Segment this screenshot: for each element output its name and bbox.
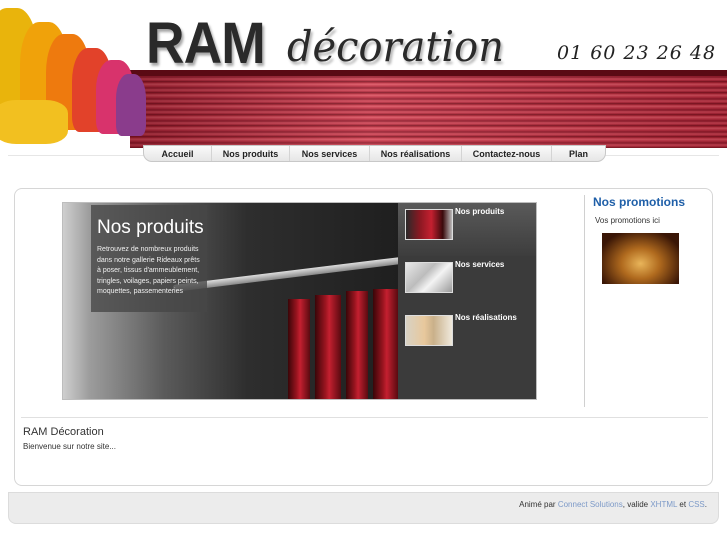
cushions-image [0,0,150,148]
footer-link-css[interactable]: CSS [688,500,704,509]
thumb-label: Nos services [455,260,505,269]
phone-number: 01 60 23 26 48 [557,42,717,64]
nav-item-nos-services[interactable]: Nos services [290,146,370,161]
slide-caption-text: Retrouvez de nombreux produits dans notr… [97,246,200,295]
header-banner: RAM décoration 01 60 23 26 48 [0,0,727,148]
nav-item-contactez-nous[interactable]: Contactez-nous [462,146,552,161]
footer-and: et [679,500,687,509]
footer-link-connect-solutions[interactable]: Connect Solutions [558,500,623,509]
nav-item-plan[interactable]: Plan [552,146,605,161]
promotions-text: Vos promotions ici [595,216,660,225]
brand-logo-script: décoration [287,22,504,71]
cushion-front [0,100,68,144]
curtain-drape [346,291,368,399]
footer-link-xhtml[interactable]: XHTML [650,500,677,509]
welcome-text: Bienvenue sur notre site... [23,442,116,451]
thumb-label: Nos réalisations [455,313,517,322]
sidebar-divider [584,195,585,407]
curtain-drape [373,289,398,399]
content-divider [21,417,708,418]
nav-item-nos-produits[interactable]: Nos produits [212,146,290,161]
nav-item-accueil[interactable]: Accueil [144,146,212,161]
featured-slideshow[interactable]: Nos produits Retrouvez de nombreux produ… [62,202,537,400]
slide-image-curtains: Nos produits Retrouvez de nombreux produ… [63,203,398,399]
curtain-drape [315,295,341,399]
slideshow-thumbnails: Nos produits Nos services Nos réalisatio… [398,203,536,399]
promotions-title: Nos promotions [593,195,685,209]
footer: Animé par Connect Solutions, valide XHTM… [8,492,719,524]
thumb-label: Nos produits [455,207,505,216]
brand-logo: RAM [146,11,266,76]
thumb-image [405,209,453,240]
thumb-nos-realisations[interactable]: Nos réalisations [398,309,536,362]
footer-prefix: Animé par [519,500,556,509]
footer-middle: , valide [622,500,649,509]
thumb-image [405,315,453,346]
curtain-shading [130,70,727,148]
footer-end: . [704,500,707,509]
main-content-box: Nos produits Retrouvez de nombreux produ… [14,188,713,486]
footer-credits: Animé par Connect Solutions, valide XHTM… [519,500,707,509]
main-nav: Accueil Nos produits Nos services Nos ré… [143,145,606,162]
thumb-nos-produits[interactable]: Nos produits [398,203,536,256]
slide-caption-title: Nos produits [97,217,204,238]
cushion-purple [116,74,146,136]
nav-item-nos-realisations[interactable]: Nos réalisations [370,146,462,161]
promotions-image[interactable] [602,233,679,284]
thumb-nos-services[interactable]: Nos services [398,256,536,309]
page-title: RAM Décoration [23,426,104,438]
curtain-drape [288,299,310,399]
thumb-image [405,262,453,293]
